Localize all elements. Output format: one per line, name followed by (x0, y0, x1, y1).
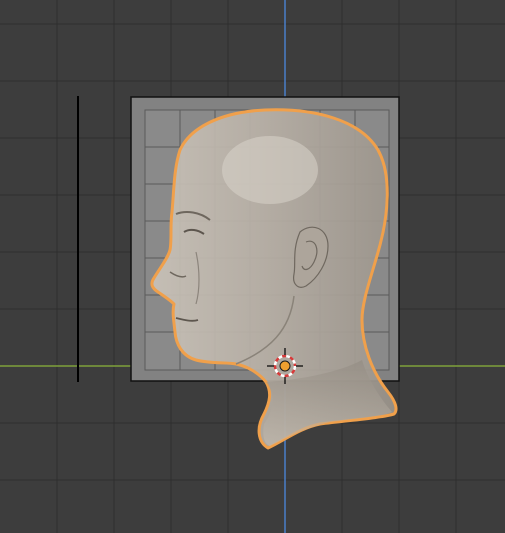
3d-viewport[interactable] (0, 0, 505, 533)
head-mesh[interactable] (150, 108, 398, 450)
object-origin-icon[interactable] (279, 360, 291, 372)
viewport-canvas[interactable] (0, 0, 505, 533)
cranium-highlight (222, 136, 318, 204)
